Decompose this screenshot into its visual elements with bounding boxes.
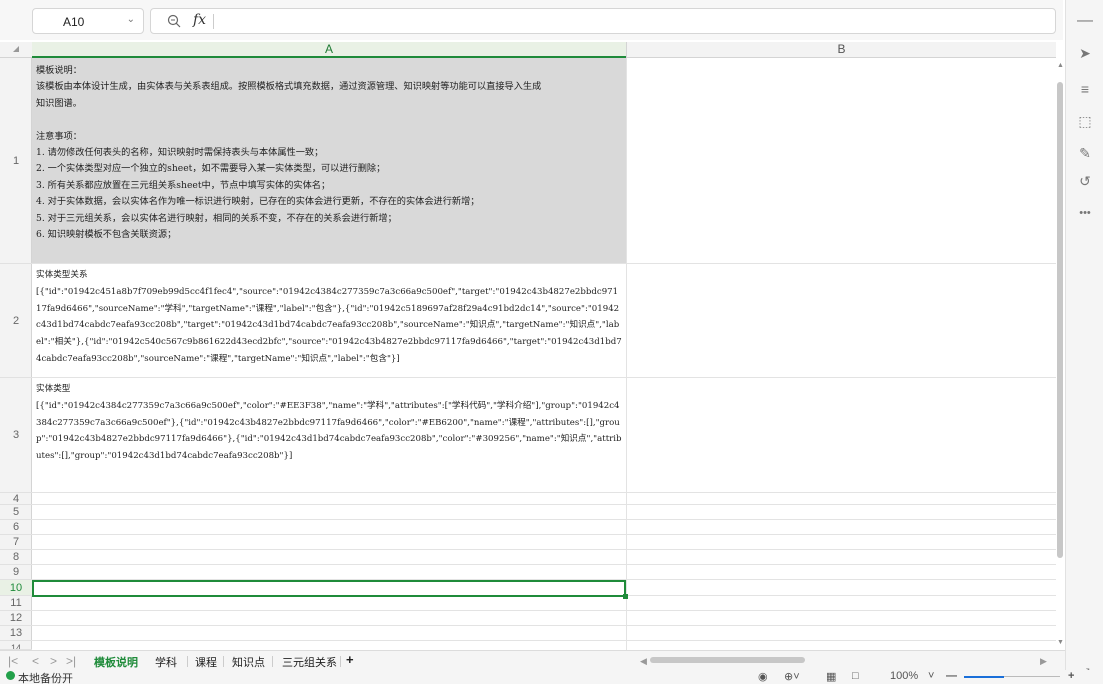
selected-cell-a10[interactable] <box>32 580 628 599</box>
row-header-13[interactable]: 13 <box>0 626 32 641</box>
vertical-scroll-thumb[interactable] <box>1057 82 1063 558</box>
formula-bar: A10 ⌄ fx <box>0 0 1063 40</box>
history-icon[interactable]: ↺ <box>1076 172 1094 190</box>
row-line <box>32 564 1056 565</box>
zoom-in-icon[interactable]: + <box>1068 670 1074 682</box>
tab-knowledge-point[interactable]: 知识点 <box>232 654 265 670</box>
status-bar: 本地备份开 ◉ ⊕˅ ▦ □ 100% ˅ — + <box>0 670 1103 684</box>
a1-line: 6. 知识映射模板不包含关联资源； <box>36 229 177 241</box>
cell-grid[interactable]: 模板说明： 该模板由本体设计生成，由实体表与关系表组成。按照模板格式填充数据，通… <box>32 58 1056 650</box>
a1-line: 5. 对于三元组关系，会以实体名进行映射，相同的关系不变，不存在的关系会进行新增… <box>36 212 397 224</box>
row-header-8[interactable]: 8 <box>0 550 32 565</box>
fx-icon[interactable]: fx <box>193 12 206 28</box>
page-view-icon[interactable]: □ <box>852 670 859 682</box>
prev-sheet-icon[interactable]: < <box>32 654 39 668</box>
column-header-a[interactable]: A <box>32 42 626 58</box>
first-sheet-icon[interactable]: |< <box>8 654 18 668</box>
row-header-3[interactable]: 3 <box>0 378 32 493</box>
tab-separator <box>187 656 188 667</box>
zoom-out-icon[interactable]: — <box>946 670 957 682</box>
a1-line: 1. 请勿修改任何表头的名称，知识映射时需保持表头与本体属性一致； <box>36 147 324 159</box>
eye-icon[interactable]: ◉ <box>758 670 768 683</box>
row-line <box>32 625 1056 626</box>
cell-a2[interactable]: 实体类型关系 [{"id":"01942c451a8b7f709eb99d5cc… <box>32 264 626 377</box>
row-header-1[interactable]: 1 <box>0 58 32 264</box>
backup-status-icon <box>6 671 15 680</box>
row-header-7[interactable]: 7 <box>0 535 32 550</box>
zoom-slider-fill[interactable] <box>964 676 1004 678</box>
row-header-14[interactable]: 14 <box>0 641 32 650</box>
scroll-down-icon[interactable]: ▼ <box>1057 639 1064 646</box>
zoom-level[interactable]: 100% <box>890 670 918 682</box>
a1-line: 知识图谱。 <box>36 97 82 109</box>
row-line <box>32 504 1056 505</box>
a3-title: 实体类型 <box>36 384 71 394</box>
a2-title: 实体类型关系 <box>36 270 88 280</box>
sliders-icon[interactable]: ≡ <box>1076 80 1094 98</box>
a1-line: 该模板由本体设计生成，由实体表与关系表组成。按照模板格式填充数据，通过资源管理、… <box>36 81 542 93</box>
a2-body: [{"id":"01942c451a8b7f709eb99d5cc4f1fec4… <box>36 286 622 364</box>
row-line <box>32 519 1056 520</box>
view-mode-icon[interactable]: ⊕˅ <box>784 670 800 683</box>
zoom-formula-icon[interactable] <box>167 14 181 28</box>
name-box[interactable]: A10 ⌄ <box>32 8 144 34</box>
fill-handle[interactable] <box>623 594 628 599</box>
tab-separator <box>272 656 273 667</box>
row-line <box>32 549 1056 550</box>
spreadsheet-app: A10 ⌄ fx A B 1 2 3 4 5 6 7 8 9 10 11 12 … <box>0 0 1103 684</box>
a1-line: 注意事项： <box>36 130 82 142</box>
tab-course[interactable]: 课程 <box>195 654 217 670</box>
tab-template-notes[interactable]: 模板说明 <box>94 654 138 670</box>
cell-a3[interactable]: 实体类型 [{"id":"01942c4384c277359c7a3c66a9c… <box>32 378 626 492</box>
row-header-11[interactable]: 11 <box>0 596 32 611</box>
row-header-9[interactable]: 9 <box>0 565 32 580</box>
tab-triple-relation[interactable]: 三元组关系 <box>282 654 337 670</box>
a3-body: [{"id":"01942c4384c277359c7a3c66a9c500ef… <box>36 400 622 462</box>
row-line <box>32 610 1056 611</box>
frame-icon[interactable]: ⬚ <box>1076 112 1094 130</box>
select-all-corner[interactable] <box>0 42 32 58</box>
horizontal-scrollbar[interactable] <box>628 656 1053 664</box>
row-header-4[interactable]: 4 <box>0 493 32 505</box>
row-line <box>32 492 1056 493</box>
next-sheet-icon[interactable]: > <box>50 654 57 668</box>
chevron-down-icon[interactable]: ⌄ <box>127 14 135 25</box>
row-line <box>32 534 1056 535</box>
a1-line <box>36 112 622 128</box>
a1-line: 4. 对于实体数据，会以实体名作为唯一标识进行映射，已存在的实体会进行更新，不存… <box>36 196 480 208</box>
select-pointer-icon[interactable]: ➤ <box>1076 44 1094 62</box>
scroll-up-icon[interactable]: ▲ <box>1057 62 1064 69</box>
a1-line: 2. 一个实体类型对应一个独立的sheet，如不需要导入某一实体类型，可以进行删… <box>36 163 386 175</box>
horizontal-scroll-thumb[interactable] <box>650 657 805 663</box>
zoom-dropdown-icon[interactable]: ˅ <box>928 670 934 682</box>
a1-line: 3. 所有关系都应放置在三元组关系sheet中，节点中填写实体的实体名； <box>36 179 331 191</box>
row-headers: 1 2 3 4 5 6 7 8 9 10 11 12 13 14 <box>0 58 32 650</box>
row-line <box>32 640 1056 641</box>
last-sheet-icon[interactable]: >| <box>66 654 76 668</box>
tab-subject[interactable]: 学科 <box>155 654 177 670</box>
tab-separator <box>223 656 224 667</box>
row-header-2[interactable]: 2 <box>0 264 32 378</box>
more-icon[interactable]: ••• <box>1076 204 1094 222</box>
cell-a1[interactable]: 模板说明： 该模板由本体设计生成，由实体表与关系表组成。按照模板格式填充数据，通… <box>32 58 626 263</box>
add-sheet-button[interactable]: + <box>346 652 354 667</box>
vertical-scrollbar[interactable]: ▲ ▼ <box>1056 58 1065 650</box>
tab-separator <box>340 656 341 667</box>
row-header-6[interactable]: 6 <box>0 520 32 535</box>
column-divider <box>626 58 627 650</box>
right-sidebar: — ➤ ≡ ⬚ ✎ ↺ ••• ⤢ <box>1065 0 1103 684</box>
normal-view-icon[interactable]: ▦ <box>826 670 836 683</box>
name-box-value: A10 <box>63 15 85 29</box>
formula-separator <box>213 14 214 29</box>
minimize-icon[interactable]: — <box>1076 12 1094 30</box>
image-edit-icon[interactable]: ✎ <box>1076 144 1094 162</box>
zoom-slider-track[interactable] <box>1004 676 1060 677</box>
row-header-10[interactable]: 10 <box>0 580 32 596</box>
formula-input[interactable]: fx <box>150 8 1056 34</box>
row-header-12[interactable]: 12 <box>0 611 32 626</box>
row-header-5[interactable]: 5 <box>0 505 32 520</box>
column-header-b[interactable]: B <box>626 42 1056 58</box>
a1-line: 模板说明： <box>36 65 82 76</box>
backup-status-text[interactable]: 本地备份开 <box>18 670 73 684</box>
